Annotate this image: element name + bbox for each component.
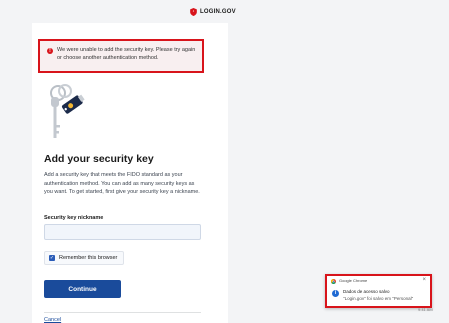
security-key-illustration [50, 84, 85, 138]
notification-title: Dados de acesso salvo [343, 289, 390, 294]
brand-header: LOGIN.GOV [190, 7, 236, 17]
info-icon: i [332, 290, 339, 297]
cancel-link[interactable]: Cancel [44, 317, 61, 323]
error-icon: ! [47, 48, 53, 54]
page-title: Add your security key [44, 153, 154, 165]
brand-name: LOGIN.GOV [200, 9, 236, 15]
intro-text: Add a security key that meets the FIDO s… [44, 172, 200, 195]
remember-browser-checkbox[interactable]: ✓ Remember this browser [44, 251, 124, 265]
nickname-input[interactable] [44, 224, 201, 240]
shield-icon [190, 8, 197, 16]
remember-label: Remember this browser [59, 255, 118, 261]
main-card: ! We were unable to add the security key… [32, 23, 228, 323]
chrome-icon [331, 279, 336, 284]
error-message: We were unable to add the security key. … [57, 47, 196, 61]
notification-body: "Login.gov" foi salvo em "Personal" [343, 296, 414, 301]
chrome-notification[interactable]: Google Chrome × i Dados de acesso salvo … [325, 274, 432, 308]
nickname-label: Security key nickname [44, 215, 104, 221]
continue-button[interactable]: Continue [44, 280, 121, 298]
taskbar-clock: 9:41 AM [418, 307, 433, 312]
error-alert: ! We were unable to add the security key… [38, 39, 204, 73]
notification-app-name: Google Chrome [339, 278, 368, 283]
checkbox-checked-icon[interactable]: ✓ [49, 255, 55, 261]
close-icon[interactable]: × [422, 277, 426, 283]
